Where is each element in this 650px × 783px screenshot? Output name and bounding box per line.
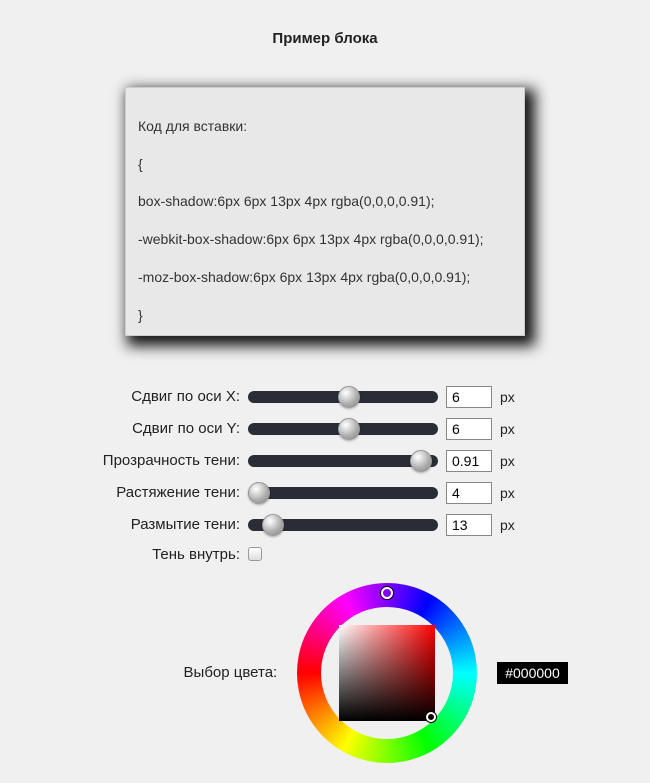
unit-opacity: px [500, 453, 524, 469]
row-blur: Размытие тени: px [45, 514, 605, 536]
label-spread: Растяжение тени: [45, 484, 240, 501]
label-offset-y: Сдвиг по оси Y: [45, 420, 240, 437]
slider-opacity[interactable] [248, 450, 438, 472]
unit-offset-y: px [500, 421, 524, 437]
label-offset-x: Сдвиг по оси X: [45, 388, 240, 405]
label-color: Выбор цвета: [82, 664, 277, 681]
slider-thumb[interactable] [410, 450, 432, 472]
slider-thumb[interactable] [248, 482, 270, 504]
slider-thumb[interactable] [338, 418, 360, 440]
label-inset: Тень внутрь: [45, 546, 240, 563]
row-spread: Растяжение тени: px [45, 482, 605, 504]
slider-spread[interactable] [248, 482, 438, 504]
input-spread[interactable] [446, 482, 492, 504]
unit-spread: px [500, 485, 524, 501]
row-offset-y: Сдвиг по оси Y: px [45, 418, 605, 440]
row-inset: Тень внутрь: [45, 546, 605, 563]
row-color: Выбор цвета: #000000 [0, 583, 650, 763]
code-heading: Код для вставки: [138, 118, 247, 134]
input-offset-x[interactable] [446, 386, 492, 408]
row-offset-x: Сдвиг по оси X: px [45, 386, 605, 408]
sv-marker[interactable] [426, 712, 436, 722]
row-opacity: Прозрачность тени: px [45, 450, 605, 472]
input-offset-y[interactable] [446, 418, 492, 440]
color-square[interactable] [339, 625, 435, 721]
slider-thumb[interactable] [338, 386, 360, 408]
slider-offset-x[interactable] [248, 386, 438, 408]
code-line-2: -webkit-box-shadow:6px 6px 13px 4px rgba… [138, 231, 484, 247]
unit-blur: px [500, 517, 524, 533]
unit-offset-x: px [500, 389, 524, 405]
checkbox-inset[interactable] [248, 547, 262, 561]
page-title: Пример блока [0, 30, 650, 47]
code-line-3: -moz-box-shadow:6px 6px 13px 4px rgba(0,… [138, 269, 470, 285]
code-line-1: box-shadow:6px 6px 13px 4px rgba(0,0,0,0… [138, 193, 435, 209]
label-blur: Размытие тени: [45, 516, 240, 533]
code-close: } [138, 307, 143, 323]
controls-panel: Сдвиг по оси X: px Сдвиг по оси Y: px Пр… [0, 386, 650, 563]
slider-track [248, 487, 438, 499]
label-opacity: Прозрачность тени: [45, 452, 240, 469]
code-output: Код для вставки: { box-shadow:6px 6px 13… [125, 87, 525, 336]
hue-marker[interactable] [381, 587, 393, 599]
slider-blur[interactable] [248, 514, 438, 536]
code-open: { [138, 156, 143, 172]
color-hex: #000000 [497, 662, 568, 684]
slider-offset-y[interactable] [248, 418, 438, 440]
color-picker[interactable] [297, 583, 477, 763]
input-blur[interactable] [446, 514, 492, 536]
input-opacity[interactable] [446, 450, 492, 472]
slider-thumb[interactable] [262, 514, 284, 536]
